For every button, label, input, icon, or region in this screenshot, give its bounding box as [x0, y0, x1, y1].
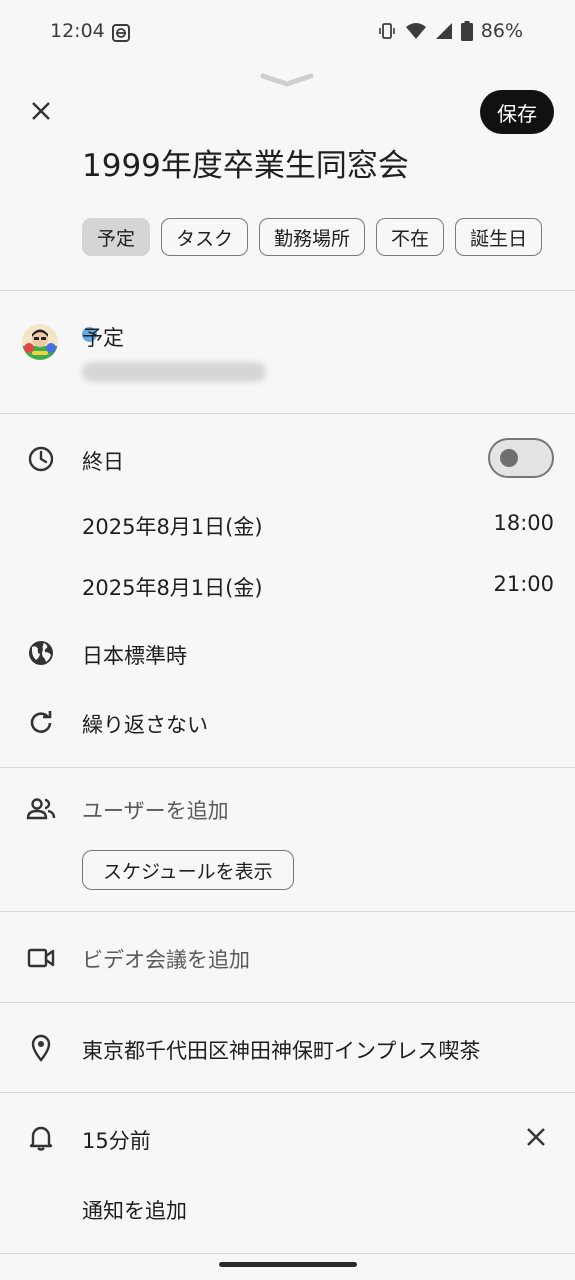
close-icon — [527, 1128, 545, 1146]
divider — [0, 1092, 575, 1093]
chip-task[interactable]: タスク — [161, 218, 249, 256]
all-day-label: 終日 — [82, 450, 124, 474]
reminder[interactable]: 15分前 — [82, 1125, 151, 1155]
wifi-icon — [405, 23, 426, 39]
divider — [0, 1253, 575, 1254]
show-schedule-button[interactable]: スケジュールを表示 — [82, 850, 294, 890]
repeat-icon — [30, 711, 52, 733]
status-bar: 12:04 86% — [0, 0, 575, 64]
chip-work-location[interactable]: 勤務場所 — [259, 218, 366, 256]
add-video-conference[interactable]: ビデオ会議を追加 — [82, 944, 250, 974]
end-date[interactable]: 2025年8月1日(金) — [82, 572, 263, 602]
event-title[interactable]: 1999年度卒業生同窓会 — [82, 140, 409, 185]
bell-icon — [29, 1126, 53, 1151]
all-day-toggle[interactable] — [488, 438, 554, 478]
globe-icon-wrap — [24, 636, 58, 670]
status-time: 12:04 — [50, 20, 105, 42]
avatar-icon — [22, 324, 58, 360]
end-time[interactable]: 21:00 — [493, 572, 554, 596]
close-button[interactable] — [24, 94, 58, 128]
chip-event[interactable]: 予定 — [82, 218, 151, 256]
divider — [0, 413, 575, 414]
divider — [0, 767, 575, 768]
repeat-setting[interactable]: 繰り返さない — [82, 709, 208, 739]
signal-icon — [435, 23, 452, 39]
calendar-name[interactable]: 予定 — [82, 322, 124, 352]
remove-reminder-button[interactable] — [521, 1122, 551, 1152]
globe-icon — [29, 641, 53, 665]
location-icon-wrap — [24, 1031, 58, 1065]
video-icon — [27, 948, 55, 968]
timezone[interactable]: 日本標準時 — [82, 640, 187, 670]
vpn-icon — [112, 24, 130, 42]
toggle-knob — [500, 449, 518, 467]
gesture-nav-bar[interactable] — [219, 1262, 357, 1267]
location-pin-icon — [31, 1034, 51, 1062]
clock-icon — [28, 446, 54, 472]
start-date[interactable]: 2025年8月1日(金) — [82, 511, 263, 541]
people-icon-wrap — [24, 792, 58, 826]
start-time[interactable]: 18:00 — [493, 511, 554, 535]
battery-icon — [460, 21, 473, 41]
battery-percent: 86% — [480, 20, 523, 42]
divider — [0, 290, 575, 291]
bell-icon-wrap — [24, 1121, 58, 1155]
avatar[interactable] — [22, 324, 58, 360]
chip-out-of-office[interactable]: 不在 — [376, 218, 445, 256]
clock-icon-wrap — [24, 442, 58, 476]
vibrate-icon — [378, 23, 395, 39]
divider — [0, 1002, 575, 1003]
video-icon-wrap — [24, 941, 58, 975]
account-email-redacted — [82, 362, 266, 382]
save-button[interactable]: 保存 — [480, 90, 554, 134]
event-type-chips: 予定 タスク 勤務場所 不在 誕生日 — [82, 218, 543, 256]
divider — [0, 911, 575, 912]
repeat-icon-wrap — [24, 705, 58, 739]
add-user[interactable]: ユーザーを追加 — [82, 795, 229, 825]
location[interactable]: 東京都千代田区神田神保町インプレス喫茶 — [82, 1035, 480, 1065]
close-icon — [32, 102, 50, 120]
add-notification[interactable]: 通知を追加 — [82, 1195, 187, 1225]
status-right: 86% — [377, 20, 523, 42]
people-icon — [26, 798, 56, 820]
chip-birthday[interactable]: 誕生日 — [455, 218, 543, 256]
collapse-handle-icon[interactable] — [260, 72, 314, 88]
